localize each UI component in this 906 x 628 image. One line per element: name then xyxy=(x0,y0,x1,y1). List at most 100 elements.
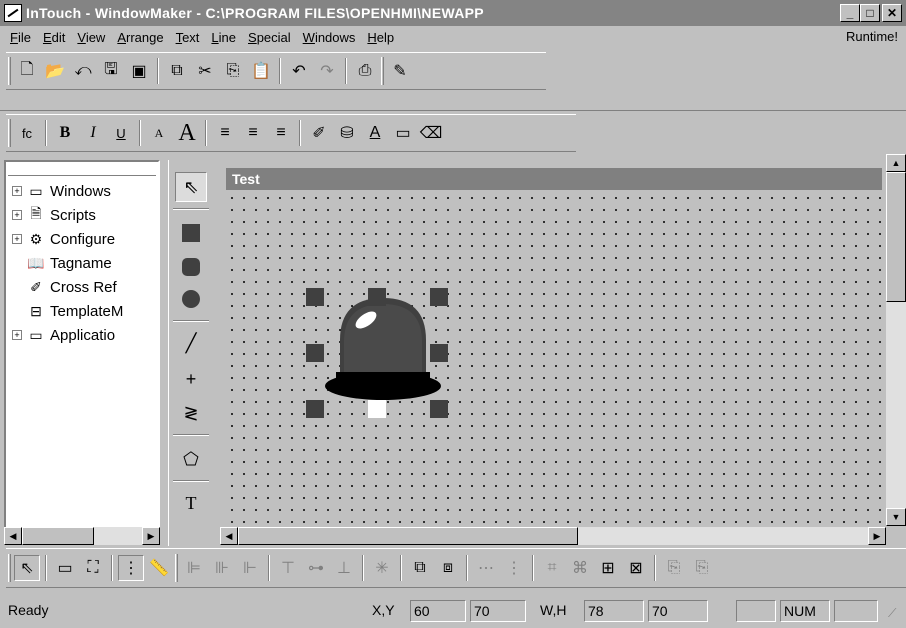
save-all-icon[interactable]: ▣ xyxy=(126,58,152,84)
grid-toggle-icon[interactable]: ⋮ xyxy=(118,555,144,581)
tree-horizontal-scrollbar[interactable]: ◀ ▶ xyxy=(4,527,160,545)
expand-icon[interactable]: + xyxy=(12,330,22,340)
scroll-right-arrow-icon[interactable]: ▶ xyxy=(142,527,160,545)
full-screen-icon[interactable]: ⛶ xyxy=(80,555,106,581)
select-mode-icon[interactable]: ⇖ xyxy=(14,555,40,581)
menu-line[interactable]: Line xyxy=(205,30,242,45)
selection-handle-se[interactable] xyxy=(430,400,448,418)
tree-item-scripts[interactable]: + 🗎 Scripts xyxy=(12,204,96,226)
scroll-left-arrow-icon[interactable]: ◀ xyxy=(220,527,238,545)
scroll-up-arrow-icon[interactable]: ▲ xyxy=(886,154,906,172)
align-top-objects-icon[interactable]: ⊤ xyxy=(275,555,301,581)
bring-to-front-icon[interactable]: ⧉ xyxy=(407,555,433,581)
minimize-button[interactable]: _ xyxy=(840,4,860,22)
polyline-tool[interactable]: ≷ xyxy=(175,398,207,428)
toolbar-grip[interactable] xyxy=(8,119,11,147)
expand-icon[interactable]: + xyxy=(12,186,22,196)
duplicate-icon[interactable]: ⧉ xyxy=(164,58,190,84)
underline-button[interactable]: U xyxy=(108,120,134,146)
expand-icon[interactable]: + xyxy=(12,234,22,244)
reduce-font-button[interactable]: A xyxy=(146,120,172,146)
selection-handle-e[interactable] xyxy=(430,344,448,362)
make-cell-icon[interactable]: ⊞ xyxy=(595,555,621,581)
copy-icon[interactable]: ⎘ xyxy=(220,58,246,84)
cut-icon[interactable]: ✂ xyxy=(192,58,218,84)
text-color-icon[interactable]: A xyxy=(362,120,388,146)
selection-handle-n[interactable] xyxy=(368,288,386,306)
line-color-icon[interactable]: ✐ xyxy=(306,120,332,146)
canvas-vertical-scrollbar[interactable]: ▲ ▼ xyxy=(886,154,906,526)
selection-handle-sw[interactable] xyxy=(306,400,324,418)
drawing-grid[interactable] xyxy=(226,190,882,526)
alarm-light-symbol[interactable] xyxy=(318,294,448,404)
align-centers-icon[interactable]: ✳ xyxy=(369,555,395,581)
rounded-rectangle-tool[interactable] xyxy=(175,252,207,282)
scroll-down-arrow-icon[interactable]: ▼ xyxy=(886,508,906,526)
print-icon[interactable]: ⎙ xyxy=(352,58,378,84)
save-icon[interactable]: 🖫 xyxy=(98,58,124,84)
menu-windows[interactable]: Windows xyxy=(297,30,362,45)
eraser-icon[interactable]: ⌫ xyxy=(418,120,444,146)
space-vertical-icon[interactable]: ⋮ xyxy=(501,555,527,581)
import-image-icon[interactable]: ⎘ xyxy=(661,555,687,581)
align-center-icon[interactable]: ≡ xyxy=(240,120,266,146)
window-properties-icon[interactable]: ▭ xyxy=(52,555,78,581)
polygon-tool[interactable]: ⬠ xyxy=(175,444,207,474)
vertical-scroll-thumb[interactable] xyxy=(886,172,906,302)
scroll-left-arrow-icon[interactable]: ◀ xyxy=(4,527,22,545)
enlarge-font-button[interactable]: A xyxy=(174,120,200,146)
horizontal-scroll-thumb[interactable] xyxy=(238,527,578,545)
canvas-horizontal-scrollbar[interactable]: ◀ ▶ xyxy=(220,527,886,545)
wizard-icon[interactable]: ✎ xyxy=(387,58,413,84)
make-symbol-icon[interactable]: ⌗ xyxy=(539,555,565,581)
align-center-objects-icon[interactable]: ⊪ xyxy=(209,555,235,581)
rectangle-tool[interactable] xyxy=(175,218,207,248)
scroll-thumb[interactable] xyxy=(22,527,94,545)
send-to-back-icon[interactable]: ⧈ xyxy=(435,555,461,581)
align-right-icon[interactable]: ≡ xyxy=(268,120,294,146)
export-image-icon[interactable]: ⎘ xyxy=(689,555,715,581)
toolbar-grip[interactable] xyxy=(8,57,11,85)
menu-view[interactable]: View xyxy=(71,30,111,45)
tree-item-tagname[interactable]: 📖 Tagname xyxy=(12,252,111,274)
undo-icon[interactable]: ↶ xyxy=(286,58,312,84)
window-color-icon[interactable]: ▭ xyxy=(390,120,416,146)
runtime-switch[interactable]: Runtime! xyxy=(846,29,898,44)
ellipse-tool[interactable] xyxy=(175,284,207,314)
tree-item-templatemaker[interactable]: ⊟ TemplateM xyxy=(12,300,123,322)
menu-arrange[interactable]: Arrange xyxy=(111,30,169,45)
paste-icon[interactable]: 📋 xyxy=(248,58,274,84)
space-horizontal-icon[interactable]: ⋯ xyxy=(473,555,499,581)
break-cell-icon[interactable]: ⊠ xyxy=(623,555,649,581)
scroll-right-arrow-icon[interactable]: ▶ xyxy=(868,527,886,545)
child-window-title[interactable]: Test xyxy=(226,168,882,190)
line-tool[interactable]: ╱ xyxy=(175,328,207,358)
selection-handle-w[interactable] xyxy=(306,344,324,362)
italic-button[interactable]: I xyxy=(80,120,106,146)
font-icon[interactable]: fc xyxy=(14,120,40,146)
select-arrow-tool[interactable]: ⇖ xyxy=(175,172,207,202)
break-symbol-icon[interactable]: ⌘ xyxy=(567,555,593,581)
tree-item-windows[interactable]: + ▭ Windows xyxy=(12,180,111,202)
fill-color-icon[interactable]: ⛁ xyxy=(334,120,360,146)
selection-handle-s[interactable] xyxy=(368,400,386,418)
open-folder-icon[interactable]: 📂 xyxy=(42,58,68,84)
tree-item-crossref[interactable]: ✐ Cross Ref xyxy=(12,276,117,298)
maximize-button[interactable]: □ xyxy=(860,4,880,22)
intouch-app-icon[interactable] xyxy=(4,4,22,22)
ruler-icon[interactable]: 📏 xyxy=(146,555,172,581)
selection-handle-ne[interactable] xyxy=(430,288,448,306)
menu-edit[interactable]: Edit xyxy=(37,30,71,45)
hv-line-tool[interactable]: + xyxy=(175,364,207,394)
toolbar-grip[interactable] xyxy=(8,554,11,582)
align-left-objects-icon[interactable]: ⊫ xyxy=(181,555,207,581)
menu-special[interactable]: Special xyxy=(242,30,297,45)
tree-item-configure[interactable]: + ⚙ Configure xyxy=(12,228,115,250)
align-right-objects-icon[interactable]: ⊩ xyxy=(237,555,263,581)
align-middle-objects-icon[interactable]: ⊶ xyxy=(303,555,329,581)
text-tool[interactable]: T xyxy=(175,488,207,518)
align-bottom-objects-icon[interactable]: ⊥ xyxy=(331,555,357,581)
menu-file[interactable]: File xyxy=(4,30,37,45)
new-file-icon[interactable]: 🗋 xyxy=(14,58,40,84)
tree-item-applications[interactable]: + ▭ Applicatio xyxy=(12,324,115,346)
